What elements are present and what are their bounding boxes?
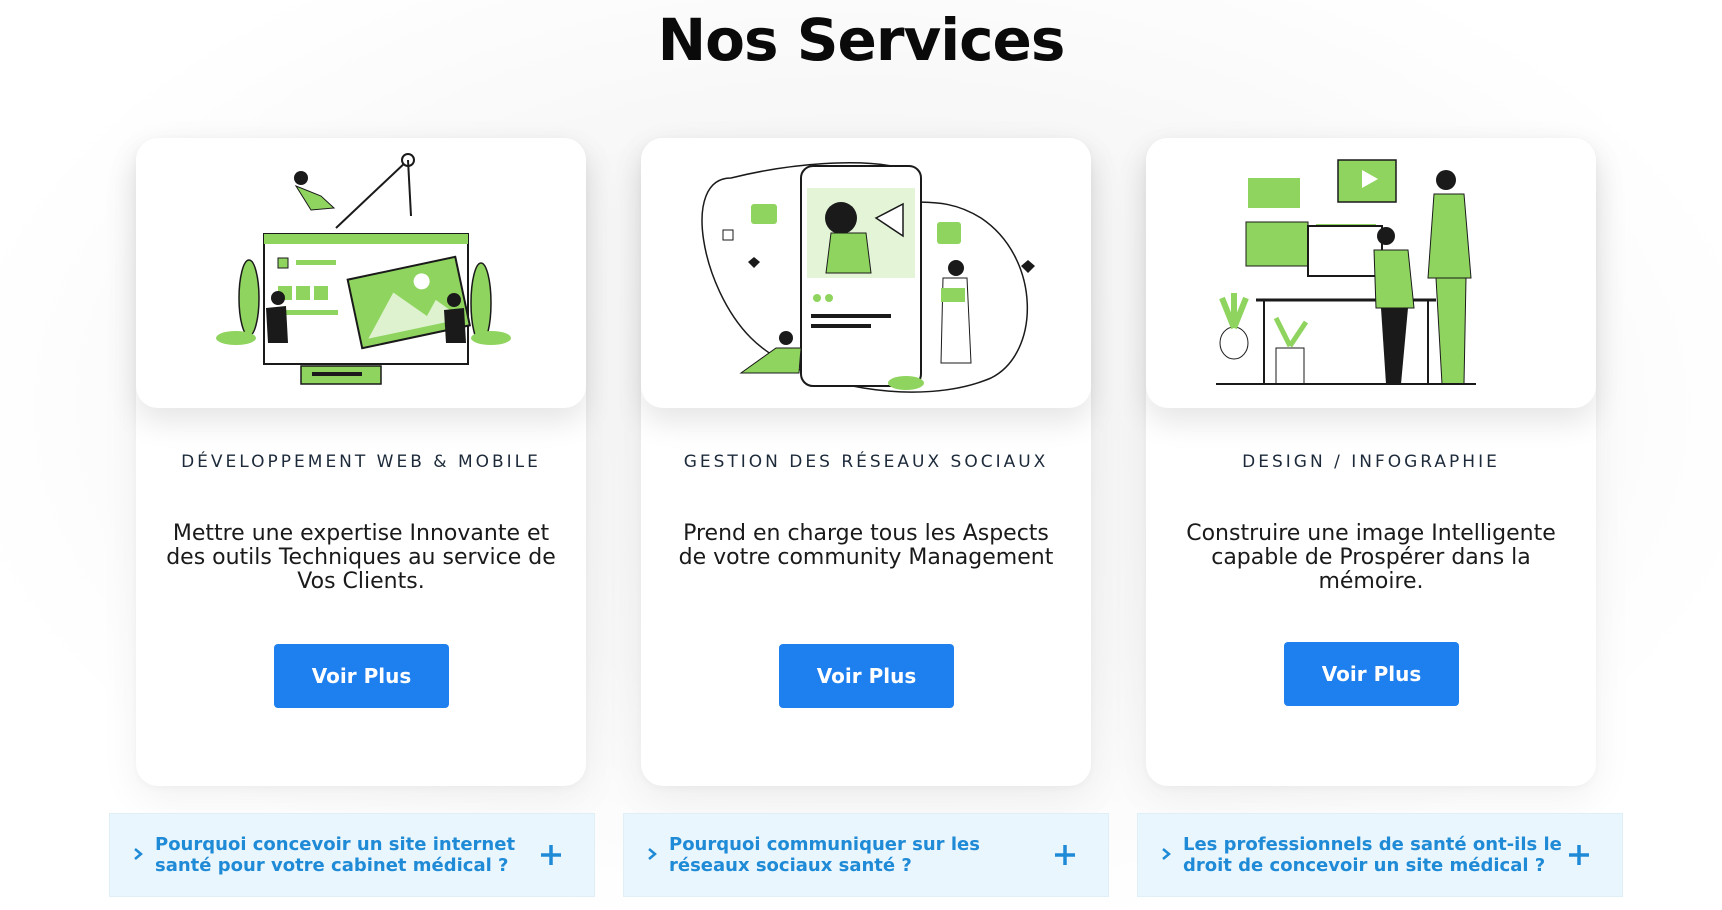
service-card-design: Design / Infographie Construire une imag…	[1146, 138, 1596, 786]
chevron-right-icon	[1162, 848, 1171, 860]
faq-question[interactable]: Pourquoi communiquer sur les réseaux soc…	[669, 834, 1049, 876]
card-heading: Design / Infographie	[1242, 452, 1500, 472]
card-illustration	[1146, 138, 1596, 408]
card-description: Mettre une expertise Innovante et des ou…	[166, 521, 556, 594]
card-illustration	[136, 138, 586, 408]
design-infographics-illustration	[1216, 159, 1476, 385]
web-development-illustration	[216, 153, 511, 385]
voir-plus-button[interactable]: Voir Plus	[1284, 642, 1459, 706]
service-card-social: Gestion des réseaux sociaux Prend en cha…	[641, 138, 1091, 786]
card-heading: Développement web & mobile	[181, 452, 541, 472]
card-description: Construire une image Intelligente capabl…	[1186, 521, 1556, 594]
faq-item-site-sante[interactable]: Pourquoi concevoir un site internet sant…	[109, 813, 595, 897]
voir-plus-button[interactable]: Voir Plus	[274, 644, 449, 708]
social-media-illustration	[701, 162, 1035, 393]
plus-icon[interactable]	[538, 842, 564, 868]
page-title: Nos Services	[657, 6, 1066, 74]
service-card-web: Développement web & mobile Mettre une ex…	[136, 138, 586, 786]
plus-icon[interactable]	[1052, 842, 1078, 868]
card-description: Prend en charge tous les Aspects de votr…	[678, 521, 1054, 570]
chevron-right-icon	[648, 848, 657, 860]
card-illustration	[641, 138, 1091, 408]
faq-question[interactable]: Pourquoi concevoir un site internet sant…	[155, 834, 535, 876]
faq-item-reseaux-sante[interactable]: Pourquoi communiquer sur les réseaux soc…	[623, 813, 1109, 897]
faq-item-droit-site[interactable]: Les professionnels de santé ont-ils le d…	[1137, 813, 1623, 897]
plus-icon[interactable]	[1566, 842, 1592, 868]
voir-plus-button[interactable]: Voir Plus	[779, 644, 954, 708]
card-heading: Gestion des réseaux sociaux	[683, 452, 1049, 472]
chevron-right-icon	[134, 848, 143, 860]
faq-question[interactable]: Les professionnels de santé ont-ils le d…	[1183, 834, 1563, 876]
